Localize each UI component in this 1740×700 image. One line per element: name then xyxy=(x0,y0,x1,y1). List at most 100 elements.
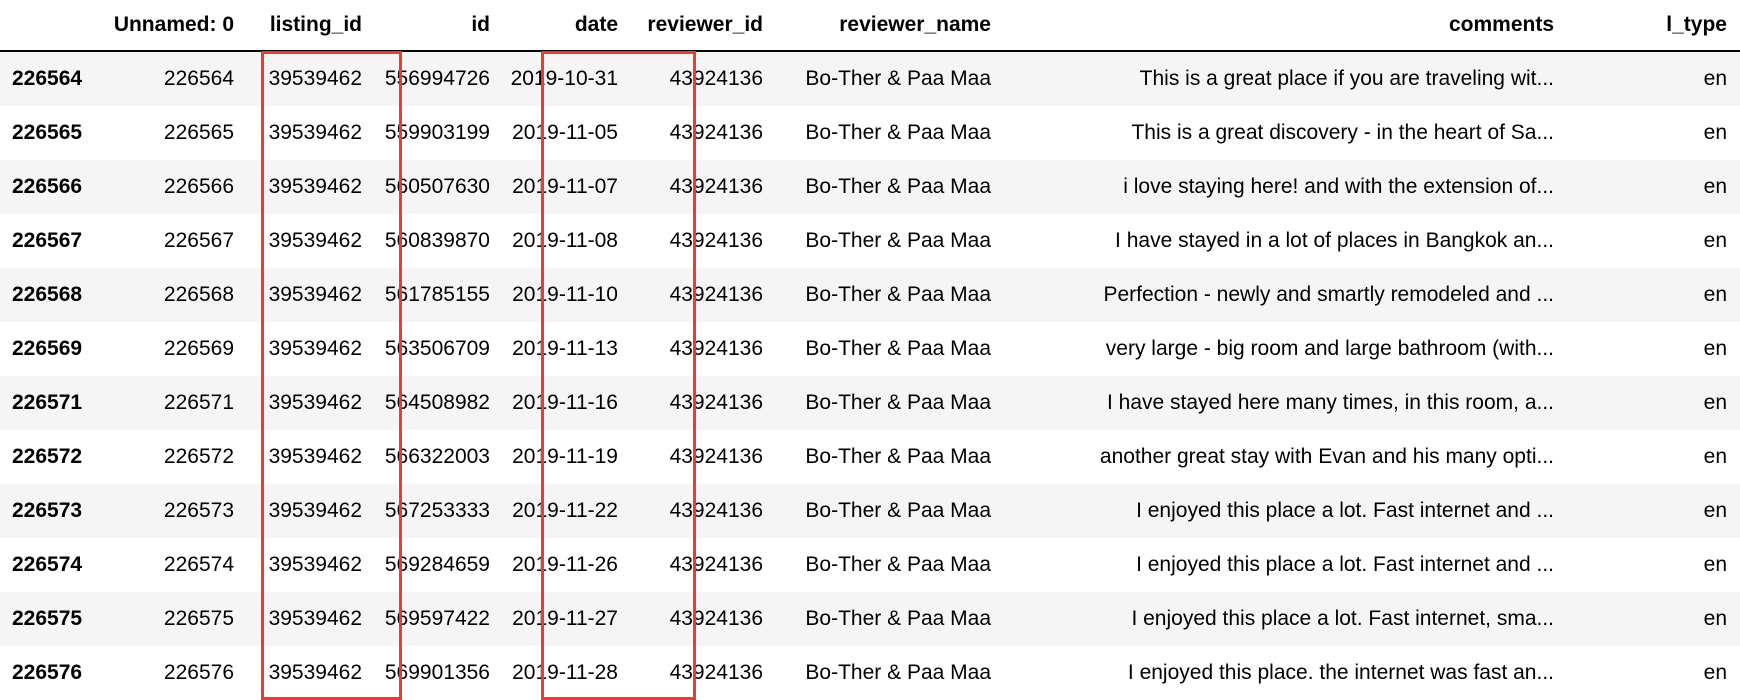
column-header-reviewer-id: reviewer_id xyxy=(631,0,776,52)
table-cell: 43924136 xyxy=(669,553,763,576)
row-index: 226564 xyxy=(0,51,105,106)
table-cell: en xyxy=(1703,229,1727,252)
table-cell: 39539462 xyxy=(247,268,375,322)
row-index: 226566 xyxy=(0,160,105,214)
column-header-index xyxy=(0,0,105,52)
column-header-unnamed-0: Unnamed: 0 xyxy=(105,0,247,52)
table-cell: 226575 xyxy=(105,592,247,646)
table-cell: I enjoyed this place a lot. Fast interne… xyxy=(1004,484,1567,538)
table-cell: I have stayed here many times, in this r… xyxy=(1004,376,1567,430)
table-cell: Bo-Ther & Paa Maa xyxy=(776,592,1004,646)
table-cell: en xyxy=(1567,592,1740,646)
table-cell: 567253333 xyxy=(375,484,503,538)
table-body: 226564 226564 39539462 556994726 2019-10-31 4… xyxy=(0,51,1740,700)
table-row: 226566 226566 39539462 560507630 2019-11-07 4… xyxy=(0,160,1740,214)
table-cell: I enjoyed this place a lot. Fast interne… xyxy=(1004,592,1567,646)
table-header: Unnamed: 0 listing_id id date reviewer_id rev… xyxy=(0,0,1740,52)
table-cell: en xyxy=(1567,268,1740,322)
table-cell: 226567 xyxy=(163,229,234,252)
row-index: 226575 xyxy=(0,592,105,646)
table-cell: 43924136 xyxy=(669,445,763,468)
table-cell: 226569 xyxy=(163,337,234,360)
table-cell: 39539462 xyxy=(268,229,362,252)
table-cell: 226572 xyxy=(163,445,234,468)
table-cell: 39539462 xyxy=(268,553,362,576)
table-cell: I enjoyed this place. the internet was f… xyxy=(1127,661,1554,684)
table-cell: Perfection - newly and smartly remodeled… xyxy=(1004,268,1567,322)
table-row: 226565 226565 39539462 559903199 2019-11-05 4… xyxy=(0,106,1740,160)
table-cell: 559903199 xyxy=(384,121,490,144)
table-cell: 560839870 xyxy=(384,229,490,252)
table-cell: 564508982 xyxy=(375,376,503,430)
table-row: 226573 226573 39539462 567253333 2019-11-22 4… xyxy=(0,484,1740,538)
dataframe-table: Unnamed: 0 listing_id id date reviewer_id rev… xyxy=(0,0,1740,700)
table-cell: 2019-11-05 xyxy=(512,121,618,144)
table-cell: I enjoyed this place a lot. Fast interne… xyxy=(1136,553,1554,576)
table-cell: 226564 xyxy=(105,51,247,106)
table-cell: en xyxy=(1703,337,1727,360)
table-cell: Bo-Ther & Paa Maa xyxy=(776,484,1004,538)
table-cell: 2019-11-16 xyxy=(503,376,631,430)
table-cell: Bo-Ther & Paa Maa xyxy=(776,376,1004,430)
table-cell: 569284659 xyxy=(384,553,490,576)
row-index: 226576 xyxy=(12,661,83,684)
table-row: 226569 226569 39539462 563506709 2019-11-13 4… xyxy=(0,322,1740,376)
row-index: 226574 xyxy=(12,553,83,576)
column-header-reviewer-name: reviewer_name xyxy=(776,0,1004,52)
table-cell: 43924136 xyxy=(669,121,763,144)
table-row: 226568 226568 39539462 561785155 2019-11-10 4… xyxy=(0,268,1740,322)
table-cell: 39539462 xyxy=(268,445,362,468)
table-cell: 2019-11-22 xyxy=(503,484,631,538)
table-cell: I have stayed in a lot of places in Bang… xyxy=(1115,229,1554,252)
table-cell: 2019-11-27 xyxy=(503,592,631,646)
table-cell: en xyxy=(1703,445,1727,468)
table-cell: 39539462 xyxy=(247,592,375,646)
table-cell: 226576 xyxy=(163,661,234,684)
table-row: 226567 226567 39539462 560839870 2019-11-08 4… xyxy=(0,214,1740,268)
table-cell: 43924136 xyxy=(669,229,763,252)
table-cell: 2019-11-13 xyxy=(512,337,618,360)
table-cell: Bo-Ther & Paa Maa xyxy=(805,553,991,576)
table-cell: 43924136 xyxy=(631,592,776,646)
column-header-date: date xyxy=(503,0,631,52)
table-cell: Bo-Ther & Paa Maa xyxy=(805,229,991,252)
table-cell: Bo-Ther & Paa Maa xyxy=(776,268,1004,322)
row-index: 226568 xyxy=(0,268,105,322)
row-index: 226571 xyxy=(0,376,105,430)
table-cell: 226571 xyxy=(105,376,247,430)
table-cell: en xyxy=(1567,51,1740,106)
row-index: 226573 xyxy=(0,484,105,538)
table-cell: Bo-Ther & Paa Maa xyxy=(805,445,991,468)
table-row: 226576 226576 39539462 569901356 2019-11-28 4… xyxy=(0,646,1740,700)
table-cell: 566322003 xyxy=(384,445,490,468)
table-cell: 226573 xyxy=(105,484,247,538)
column-header-l-type: l_type xyxy=(1567,0,1740,52)
table-cell: 43924136 xyxy=(631,376,776,430)
table-cell: Bo-Ther & Paa Maa xyxy=(805,337,991,360)
row-index: 226567 xyxy=(12,229,83,252)
table-row: 226572 226572 39539462 566322003 2019-11-19 4… xyxy=(0,430,1740,484)
table-cell: 2019-11-28 xyxy=(512,661,618,684)
table-cell: 2019-11-10 xyxy=(503,268,631,322)
table-row: 226574 226574 39539462 569284659 2019-11-26 4… xyxy=(0,538,1740,592)
table-row: 226571 226571 39539462 564508982 2019-11-16 4… xyxy=(0,376,1740,430)
column-header-comments: comments xyxy=(1004,0,1567,52)
column-header-id: id xyxy=(375,0,503,52)
table-cell: This is a great discovery - in the heart… xyxy=(1131,121,1554,144)
row-index: 226565 xyxy=(12,121,83,144)
table-cell: Bo-Ther & Paa Maa xyxy=(805,121,991,144)
table-cell: 39539462 xyxy=(247,160,375,214)
table-cell: 43924136 xyxy=(669,661,763,684)
table-cell: another great stay with Evan and his man… xyxy=(1099,445,1554,468)
table-cell: 2019-11-07 xyxy=(503,160,631,214)
table-cell: 226566 xyxy=(105,160,247,214)
table-cell: 43924136 xyxy=(631,268,776,322)
table-cell: This is a great place if you are traveli… xyxy=(1004,51,1567,106)
table-cell: 556994726 xyxy=(375,51,503,106)
table-cell: 2019-10-31 xyxy=(503,51,631,106)
table-cell: 43924136 xyxy=(631,51,776,106)
row-index: 226572 xyxy=(12,445,83,468)
table-cell: 226574 xyxy=(163,553,234,576)
table-cell: i love staying here! and with the extens… xyxy=(1004,160,1567,214)
table-cell: Bo-Ther & Paa Maa xyxy=(776,51,1004,106)
